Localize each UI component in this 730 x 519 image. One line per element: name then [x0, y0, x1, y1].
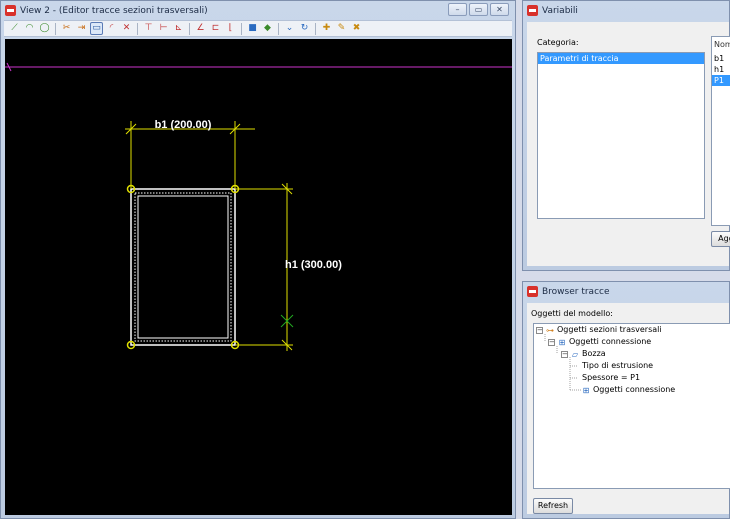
connection-icon: ⊞: [558, 337, 566, 347]
layers-icon[interactable]: ◆: [261, 22, 274, 35]
drawing-toolbar: ⟋ ◠ ◯ ✂ ⇥ ▭ ◜ ✕ ⊤ ⊢ ⊾ ∠ ⊏ ⌊ ■ ◆ ⌄ ↻ ✚ ✎ …: [4, 20, 512, 37]
line-tool-icon[interactable]: ⟋: [8, 22, 21, 35]
section-outer-rect[interactable]: [130, 188, 236, 346]
drawing-canvas[interactable]: b1 (200.00) h1 (300.00): [5, 39, 512, 515]
browser-titlebar[interactable]: Browser tracce: [523, 282, 729, 301]
app-icon: [527, 5, 538, 16]
oggetti-label: Oggetti del modello:: [531, 309, 613, 318]
tree-node-label: Bozza: [582, 349, 606, 358]
arc-3pt-icon[interactable]: ◜: [105, 22, 118, 35]
section-core-rect[interactable]: [137, 195, 229, 339]
collapse-icon[interactable]: −: [548, 338, 555, 346]
variabili-titlebar[interactable]: Variabili: [523, 1, 729, 20]
chamfer-icon[interactable]: ⊏: [209, 22, 222, 35]
variable-add-icon[interactable]: ✚: [320, 22, 333, 35]
close-button[interactable]: ✕: [490, 3, 509, 16]
tree-node-label: Oggetti connessione: [569, 337, 652, 346]
list-item[interactable]: h1: [712, 64, 730, 75]
nome-column-header[interactable]: Nom: [712, 37, 730, 53]
tree-view[interactable]: − ⊶ Oggetti sezioni trasversali − ⊞ Ogge…: [533, 323, 730, 489]
tree-node-label: Oggetti connessione: [593, 385, 676, 394]
view-title: View 2 - (Editor tracce sezioni trasvers…: [20, 5, 208, 16]
agg-button[interactable]: Agg: [711, 231, 730, 247]
view-window: View 2 - (Editor tracce sezioni trasvers…: [0, 0, 516, 519]
h1-dim-label[interactable]: h1 (300.00): [285, 259, 342, 271]
browser-window: Browser tracce Oggetti del modello: − ⊶ …: [522, 281, 730, 519]
toolbar-separator: [137, 22, 138, 35]
tree-node-bozza[interactable]: − ▱ Bozza: [561, 348, 606, 360]
browser-title: Browser tracce: [542, 286, 610, 297]
b1-dim-label[interactable]: b1 (200.00): [155, 119, 212, 131]
list-item[interactable]: b1: [712, 53, 730, 64]
variable-edit-icon[interactable]: ✎: [335, 22, 348, 35]
constraint-solve-icon[interactable]: ↻: [298, 22, 311, 35]
minimize-button[interactable]: –: [448, 3, 467, 16]
view-titlebar[interactable]: View 2 - (Editor tracce sezioni trasvers…: [1, 1, 515, 20]
variabili-window: Variabili Categoria: Parametri di tracci…: [522, 0, 730, 271]
sketch-svg: b1 (200.00) h1 (300.00): [5, 62, 512, 351]
tree-node-spessore[interactable]: Spessore = P1: [582, 372, 640, 384]
list-item[interactable]: Parametri di traccia: [538, 53, 704, 64]
section-inner-rect[interactable]: [134, 192, 232, 342]
browser-body: Oggetti del modello: − ⊶ Oggetti sezioni…: [527, 303, 730, 514]
collapse-icon[interactable]: −: [561, 350, 568, 358]
vdim-icon[interactable]: ⊢: [157, 22, 170, 35]
circle-tool-icon[interactable]: ◯: [38, 22, 51, 35]
categoria-label: Categoria:: [537, 38, 579, 47]
collapse-icon[interactable]: −: [536, 326, 543, 334]
maximize-button[interactable]: ▭: [469, 3, 488, 16]
app-icon: [527, 286, 538, 297]
chain-icon: ⊶: [546, 325, 554, 335]
trim-icon[interactable]: ✂: [60, 22, 73, 35]
tree-node-label: Tipo di estrusione: [582, 361, 654, 370]
tree-node-connessione[interactable]: − ⊞ Oggetti connessione: [548, 336, 651, 348]
paint-icon[interactable]: ■: [246, 22, 259, 35]
refresh-button[interactable]: Refresh: [533, 498, 573, 514]
toolbar-separator: [315, 22, 316, 35]
sketch-icon: ▱: [571, 349, 579, 359]
list-item[interactable]: P1: [712, 75, 730, 86]
select-rect-icon[interactable]: ▭: [90, 22, 103, 35]
tree-node-label: Spessore = P1: [582, 373, 641, 382]
toolbar-separator: [55, 22, 56, 35]
tree-node-root[interactable]: − ⊶ Oggetti sezioni trasversali: [536, 324, 662, 336]
fillet-icon[interactable]: ⌊: [224, 22, 237, 35]
hdim-icon[interactable]: ⊤: [142, 22, 155, 35]
toolbar-separator: [241, 22, 242, 35]
toolbar-separator: [189, 22, 190, 35]
variabili-body: Categoria: Parametri di traccia Nom b1 h…: [527, 22, 730, 266]
app-icon: [5, 5, 16, 16]
tree-node-tipo[interactable]: Tipo di estrusione: [582, 360, 653, 372]
connection-icon: ⊞: [582, 385, 590, 395]
constraint-icon[interactable]: ⌄: [283, 22, 296, 35]
window-controls: – ▭ ✕: [448, 3, 509, 16]
variable-delete-icon[interactable]: ✖: [350, 22, 363, 35]
arc-tool-icon[interactable]: ◠: [23, 22, 36, 35]
angle-icon[interactable]: ∠: [194, 22, 207, 35]
delete-segments-icon[interactable]: ✕: [120, 22, 133, 35]
tree-node-label: Oggetti sezioni trasversali: [557, 325, 662, 334]
extend-icon[interactable]: ⇥: [75, 22, 88, 35]
aligned-dim-icon[interactable]: ⊾: [172, 22, 185, 35]
toolbar-separator: [278, 22, 279, 35]
variabili-title: Variabili: [542, 5, 578, 16]
nomi-list[interactable]: Nom b1 h1 P1: [711, 36, 730, 226]
tree-node-connessione-2[interactable]: ⊞ Oggetti connessione: [581, 384, 676, 396]
categoria-list[interactable]: Parametri di traccia: [537, 52, 705, 219]
